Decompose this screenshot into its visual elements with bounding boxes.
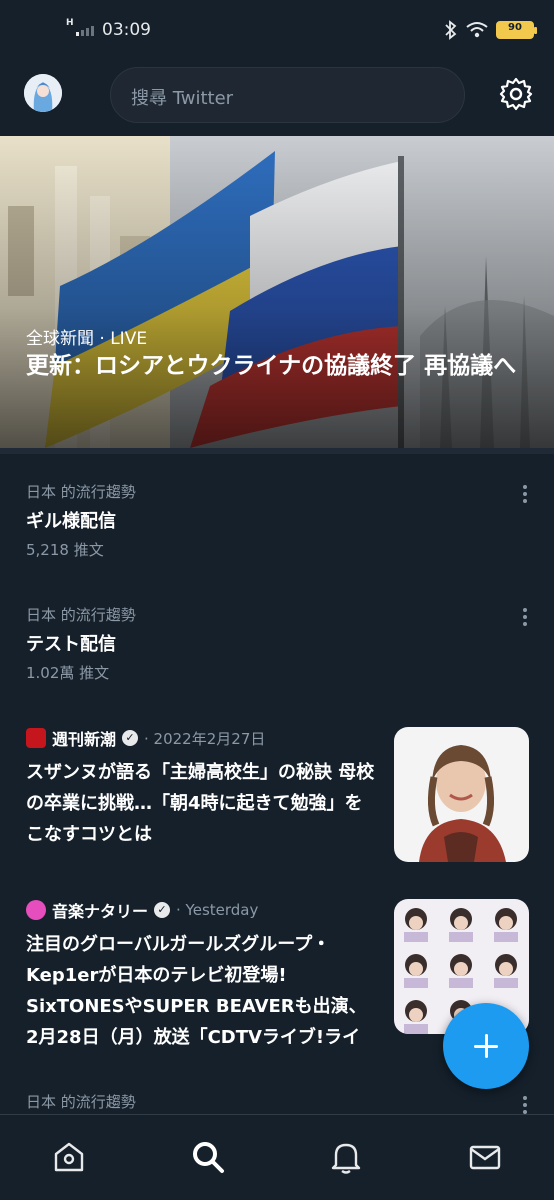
bluetooth-icon bbox=[445, 20, 457, 40]
home-icon[interactable] bbox=[51, 1139, 87, 1175]
wifi-icon bbox=[466, 22, 488, 38]
verified-badge-icon: ✓ bbox=[122, 730, 139, 746]
battery-level: 90 bbox=[508, 22, 522, 33]
trend-item[interactable]: 日本 的流行趨勢 ギル様配信 5,218 推文 bbox=[0, 481, 554, 591]
trend-name: ギル様配信 bbox=[26, 511, 116, 532]
news-date: · 2022年2月27日 bbox=[144, 729, 266, 748]
news-date: · Yesterday bbox=[176, 901, 259, 919]
cellular-signal-icon: H bbox=[66, 18, 100, 38]
trend-name: テスト配信 bbox=[26, 634, 116, 655]
trend-context: 日本 的流行趨勢 bbox=[26, 1093, 136, 1111]
news-header: 音楽ナタリー ✓ · Yesterday bbox=[26, 899, 258, 921]
hero-news-card[interactable]: 全球新聞 · LIVE 更新：ロシアとウクライナの協議終了 再協議へ bbox=[0, 136, 554, 448]
trend-context: 日本 的流行趨勢 bbox=[26, 606, 136, 624]
status-time: 03:09 bbox=[102, 20, 151, 40]
source-name: 週刊新潮 bbox=[52, 730, 117, 749]
network-type-label: H bbox=[66, 18, 74, 28]
compose-tweet-button[interactable] bbox=[443, 1003, 529, 1089]
bottom-nav bbox=[0, 1114, 554, 1200]
top-bar: 搜尋 Twitter bbox=[0, 62, 554, 136]
more-options-icon[interactable] bbox=[522, 485, 528, 507]
hero-category: 全球新聞 · LIVE bbox=[26, 329, 148, 349]
source-name: 音楽ナタリー bbox=[52, 902, 149, 921]
trend-count: 1.02萬 推文 bbox=[26, 664, 110, 682]
trend-count: 5,218 推文 bbox=[26, 541, 104, 559]
trend-item[interactable]: 日本 的流行趨勢 テスト配信 1.02萬 推文 bbox=[0, 604, 554, 714]
search-placeholder: 搜尋 Twitter bbox=[131, 88, 234, 109]
bell-icon[interactable] bbox=[328, 1139, 364, 1175]
trend-context: 日本 的流行趨勢 bbox=[26, 483, 136, 501]
mail-icon[interactable] bbox=[467, 1139, 503, 1175]
trend-item[interactable]: 日本 的流行趨勢 bbox=[0, 1091, 554, 1114]
hero-title: 更新：ロシアとウクライナの協議終了 再協議へ bbox=[26, 353, 517, 379]
source-logo-icon bbox=[26, 728, 46, 748]
search-input[interactable]: 搜尋 Twitter bbox=[110, 67, 465, 123]
avatar[interactable] bbox=[24, 74, 62, 112]
status-bar: H 03:09 90 bbox=[0, 0, 554, 62]
hero-image bbox=[0, 136, 554, 448]
news-title: スザンヌが語る「主婦高校生」の秘訣 母校の卒業に挑戦…「朝4時に起きて勉強」をこ… bbox=[26, 762, 375, 845]
battery-icon: 90 bbox=[496, 21, 537, 39]
search-icon[interactable] bbox=[190, 1139, 226, 1175]
divider bbox=[0, 448, 554, 454]
more-options-icon[interactable] bbox=[522, 608, 528, 630]
gear-icon[interactable] bbox=[498, 76, 534, 112]
status-icons: 90 bbox=[444, 18, 537, 42]
source-logo-icon bbox=[26, 900, 46, 920]
more-options-icon[interactable] bbox=[522, 1096, 528, 1114]
news-thumbnail bbox=[394, 727, 529, 862]
news-item[interactable]: 週刊新潮 ✓ · 2022年2月27日 スザンヌが語る「主婦高校生」の秘訣 母校… bbox=[0, 727, 554, 877]
verified-badge-icon: ✓ bbox=[154, 902, 171, 918]
news-title: 注目のグローバルガールズグループ・Kep1erが日本のテレビ初登場! SixTO… bbox=[26, 934, 367, 1048]
news-header: 週刊新潮 ✓ · 2022年2月27日 bbox=[26, 727, 265, 749]
